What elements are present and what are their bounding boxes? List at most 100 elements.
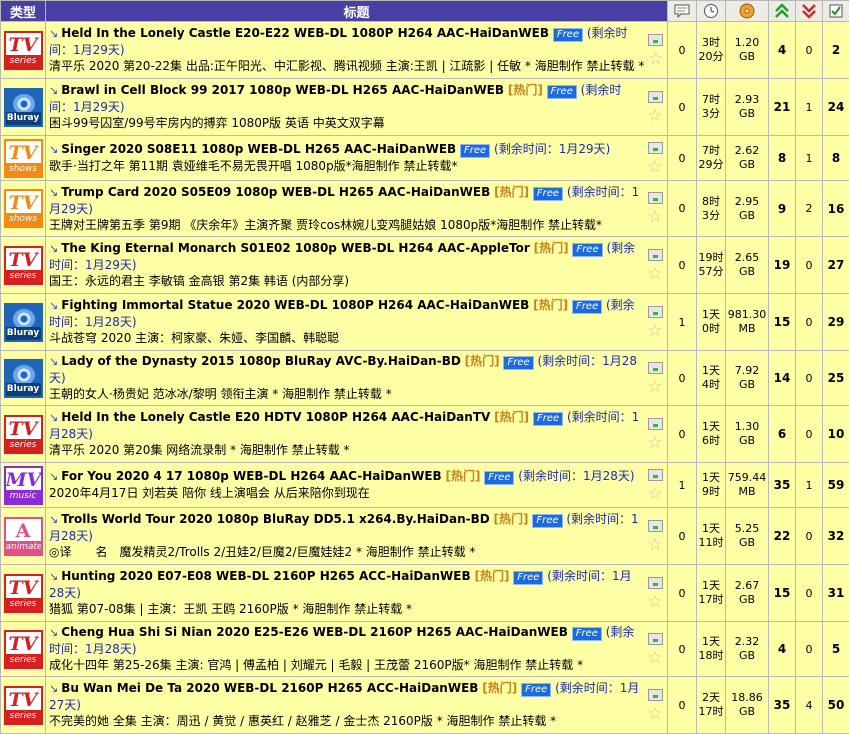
download-icon[interactable] (648, 34, 663, 46)
torrent-title-link[interactable]: Trump Card 2020 S05E09 1080p WEB-DL H265… (61, 185, 490, 199)
time-header[interactable] (697, 1, 726, 22)
seeders-count[interactable]: 4 (769, 22, 796, 79)
completed-count[interactable]: 5 (823, 622, 849, 677)
seeders-count[interactable]: 8 (769, 136, 796, 181)
download-icon[interactable] (648, 192, 663, 204)
category-icon[interactable]: A animate (4, 517, 43, 556)
leechers-count[interactable]: 1 (796, 463, 823, 508)
seeders-count[interactable]: 9 (769, 181, 796, 237)
leechers-count[interactable]: 0 (796, 622, 823, 677)
seeders-count[interactable]: 15 (769, 565, 796, 622)
leechers-count[interactable]: 4 (796, 677, 823, 734)
bookmark-star-icon[interactable]: ☆ (648, 51, 663, 67)
torrent-title-link[interactable]: For You 2020 4 17 1080p WEB-DL H264 AAC-… (61, 469, 441, 483)
completed-count[interactable]: 2 (823, 22, 849, 79)
comments-count[interactable]: 0 (668, 79, 697, 136)
completed-header[interactable] (823, 1, 849, 22)
comments-count[interactable]: 0 (668, 351, 697, 406)
category-icon[interactable]: TV shows (4, 139, 43, 178)
comments-header[interactable] (668, 1, 697, 22)
leechers-count[interactable]: 0 (796, 565, 823, 622)
category-header[interactable]: 类型 (1, 1, 46, 22)
download-icon[interactable] (648, 418, 663, 430)
torrent-title-link[interactable]: Singer 2020 S08E11 1080p WEB-DL H265 AAC… (61, 142, 456, 156)
seeders-count[interactable]: 6 (769, 406, 796, 463)
bookmark-star-icon[interactable]: ☆ (647, 594, 662, 610)
category-icon[interactable]: MV music (4, 466, 43, 505)
category-icon[interactable]: TV series (4, 686, 43, 725)
comments-count[interactable]: 0 (668, 565, 697, 622)
download-icon[interactable] (648, 689, 663, 701)
bookmark-star-icon[interactable]: ☆ (647, 379, 662, 395)
torrent-title-link[interactable]: Brawl in Cell Block 99 2017 1080p WEB-DL… (61, 83, 504, 97)
size-header[interactable] (726, 1, 769, 22)
completed-count[interactable]: 8 (823, 136, 849, 181)
completed-count[interactable]: 29 (823, 294, 849, 351)
leechers-count[interactable]: 0 (796, 237, 823, 294)
bookmark-star-icon[interactable]: ☆ (647, 108, 662, 124)
torrent-title-link[interactable]: Cheng Hua Shi Si Nian 2020 E25-E26 WEB-D… (61, 625, 568, 639)
bookmark-star-icon[interactable]: ☆ (647, 486, 662, 502)
leechers-count[interactable]: 0 (796, 351, 823, 406)
bookmark-star-icon[interactable]: ☆ (647, 266, 662, 282)
seeders-count[interactable]: 35 (769, 463, 796, 508)
comments-count[interactable]: 0 (668, 22, 697, 79)
category-icon[interactable]: TV series (4, 630, 43, 669)
download-icon[interactable] (648, 91, 663, 103)
seeders-count[interactable]: 15 (769, 294, 796, 351)
leechers-count[interactable]: 0 (796, 22, 823, 79)
download-icon[interactable] (648, 249, 663, 261)
download-icon[interactable] (648, 306, 663, 318)
download-icon[interactable] (648, 520, 663, 532)
download-icon[interactable] (648, 577, 663, 589)
category-icon[interactable]: TV series (4, 415, 43, 454)
completed-count[interactable]: 31 (823, 565, 849, 622)
seeders-count[interactable]: 14 (769, 351, 796, 406)
comments-count[interactable]: 0 (668, 237, 697, 294)
bookmark-star-icon[interactable]: ☆ (647, 323, 662, 339)
bookmark-star-icon[interactable]: ☆ (647, 435, 662, 451)
seeders-header[interactable] (769, 1, 796, 22)
download-icon[interactable] (648, 142, 663, 154)
leechers-count[interactable]: 0 (796, 508, 823, 565)
bookmark-star-icon[interactable]: ☆ (647, 159, 662, 175)
leechers-count[interactable]: 2 (796, 181, 823, 237)
comments-count[interactable]: 0 (668, 622, 697, 677)
bookmark-star-icon[interactable]: ☆ (647, 706, 662, 722)
leechers-count[interactable]: 0 (796, 294, 823, 351)
torrent-title-link[interactable]: Held In the Lonely Castle E20-E22 WEB-DL… (61, 26, 549, 40)
category-icon[interactable]: Bluray (4, 359, 43, 398)
comments-count[interactable]: 0 (668, 406, 697, 463)
seeders-count[interactable]: 35 (769, 677, 796, 734)
leechers-count[interactable]: 1 (796, 136, 823, 181)
completed-count[interactable]: 50 (823, 677, 849, 734)
category-icon[interactable]: Bluray (4, 303, 43, 342)
download-icon[interactable] (648, 633, 663, 645)
completed-count[interactable]: 24 (823, 79, 849, 136)
category-icon[interactable]: TV shows (4, 189, 43, 228)
seeders-count[interactable]: 4 (769, 622, 796, 677)
torrent-title-link[interactable]: Fighting Immortal Statue 2020 WEB-DL 108… (61, 298, 529, 312)
torrent-title-link[interactable]: Hunting 2020 E07-E08 WEB-DL 2160P H265 A… (61, 569, 470, 583)
comments-count[interactable]: 1 (668, 463, 697, 508)
completed-count[interactable]: 32 (823, 508, 849, 565)
comments-count[interactable]: 0 (668, 136, 697, 181)
comments-count[interactable]: 1 (668, 294, 697, 351)
category-icon[interactable]: TV series (4, 246, 43, 285)
comments-count[interactable]: 0 (668, 508, 697, 565)
category-icon[interactable]: Bluray (4, 88, 43, 127)
torrent-title-link[interactable]: Bu Wan Mei De Ta 2020 WEB-DL 2160P H265 … (61, 681, 478, 695)
title-header[interactable]: 标题 (46, 1, 668, 22)
leechers-count[interactable]: 0 (796, 406, 823, 463)
torrent-title-link[interactable]: Held In the Lonely Castle E20 HDTV 1080P… (61, 410, 490, 424)
bookmark-star-icon[interactable]: ☆ (647, 209, 662, 225)
completed-count[interactable]: 25 (823, 351, 849, 406)
seeders-count[interactable]: 19 (769, 237, 796, 294)
completed-count[interactable]: 10 (823, 406, 849, 463)
comments-count[interactable]: 0 (668, 181, 697, 237)
bookmark-star-icon[interactable]: ☆ (647, 650, 662, 666)
bookmark-star-icon[interactable]: ☆ (647, 537, 662, 553)
comments-count[interactable]: 0 (668, 677, 697, 734)
download-icon[interactable] (648, 469, 663, 481)
torrent-title-link[interactable]: Lady of the Dynasty 2015 1080p BluRay AV… (61, 354, 461, 368)
